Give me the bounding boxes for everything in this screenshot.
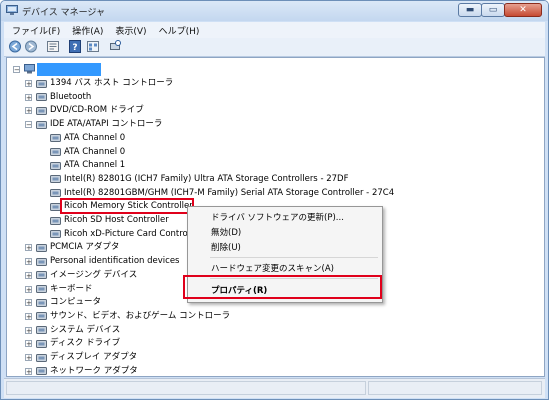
device-icon <box>50 189 61 198</box>
ctx-scan-hardware[interactable]: ハードウェア変更のスキャン(A) <box>211 262 334 274</box>
maximize-button[interactable]: ▭ <box>481 3 505 17</box>
device-icon <box>50 148 61 156</box>
tree-expander[interactable]: + <box>25 340 32 348</box>
ctx-update-driver[interactable]: ドライバ ソフトウェアの更新(P)... <box>211 211 344 223</box>
minimize-button[interactable]: ▬ <box>458 3 482 17</box>
tree-root[interactable] <box>37 63 101 76</box>
view-icon[interactable] <box>86 40 100 53</box>
root-name <box>37 63 101 76</box>
tree-expander[interactable]: + <box>25 93 32 101</box>
tree-item[interactable]: IDE ATA/ATAPI コントローラ <box>50 118 162 131</box>
menu-bar: ファイル(F) 操作(A) 表示(V) ヘルプ(H) <box>4 22 545 38</box>
tree-item[interactable]: ディスプレイ アダプタ <box>50 351 137 364</box>
svg-text:?: ? <box>72 43 77 53</box>
tree-item[interactable]: ATA Channel 1 <box>64 159 125 172</box>
tree-item[interactable]: 1394 バス ホスト コントローラ <box>50 77 173 90</box>
tree-expander[interactable]: + <box>25 354 32 362</box>
status-bar <box>4 378 545 398</box>
tree-expander[interactable]: + <box>25 244 32 252</box>
device-icon <box>36 79 47 88</box>
device-icon <box>36 367 47 376</box>
help-icon[interactable]: ? <box>68 40 82 53</box>
device-icon <box>36 298 47 307</box>
tree-item[interactable]: ディスク ドライブ <box>50 337 120 350</box>
window-title: デバイス マネージャ <box>22 8 105 18</box>
forward-icon[interactable] <box>24 40 38 53</box>
menu-file[interactable]: ファイル(F) <box>12 24 60 37</box>
tree-item[interactable]: システム デバイス <box>50 324 120 337</box>
tree-item[interactable]: Bluetooth <box>50 91 91 104</box>
tree-item[interactable]: サウンド、ビデオ、およびゲーム コントローラ <box>50 310 230 323</box>
status-pane-2 <box>368 381 542 395</box>
device-icon <box>50 175 61 184</box>
tree-item[interactable]: キーボード <box>50 283 93 296</box>
tree-expander[interactable]: + <box>25 258 32 266</box>
tree-expander-root[interactable]: − <box>13 66 20 74</box>
device-icon <box>36 339 47 348</box>
ctx-separator-1 <box>210 257 378 258</box>
device-icon <box>50 134 61 143</box>
tree-expander[interactable]: + <box>25 107 32 115</box>
status-pane-1 <box>6 381 366 395</box>
device-icon <box>36 106 47 115</box>
highlight-selected-device <box>60 198 194 214</box>
menu-action[interactable]: 操作(A) <box>72 24 103 37</box>
tree-expander[interactable]: + <box>25 271 32 279</box>
tree-item[interactable]: Ricoh SD Host Controller <box>64 214 169 227</box>
tree-expander[interactable]: + <box>25 312 32 320</box>
tree-item[interactable]: Intel(R) 82801G (ICH7 Family) Ultra ATA … <box>64 173 348 186</box>
title-bar[interactable]: デバイス マネージャ ▬ ▭ ✕ <box>1 1 548 21</box>
tree-item[interactable]: イメージング デバイス <box>50 269 137 282</box>
tree-expander[interactable]: + <box>25 367 32 375</box>
window-controls: ▬ ▭ ✕ <box>458 3 542 18</box>
tree-expander[interactable]: + <box>25 285 32 293</box>
menu-view[interactable]: 表示(V) <box>115 24 146 37</box>
scan-icon[interactable] <box>108 40 122 53</box>
device-icon <box>50 230 61 239</box>
device-manager-window: デバイス マネージャ ▬ ▭ ✕ ファイル(F) 操作(A) 表示(V) ヘルプ… <box>0 0 549 400</box>
tree-expander[interactable]: + <box>25 299 32 307</box>
tree-item[interactable]: ATA Channel 0 <box>64 132 125 145</box>
tree-item[interactable]: コンピュータ <box>50 296 101 309</box>
tree-item[interactable]: Personal identification devices <box>50 255 179 268</box>
device-icon <box>50 216 61 225</box>
tree-item[interactable]: Ricoh xD-Picture Card Controller <box>64 228 201 241</box>
properties-icon[interactable] <box>46 40 60 53</box>
tree-item[interactable]: PCMCIA アダプタ <box>50 241 119 254</box>
close-button[interactable]: ✕ <box>504 3 542 17</box>
device-icon <box>36 243 47 252</box>
device-icon <box>36 271 47 280</box>
tree-expander[interactable]: + <box>25 80 32 88</box>
device-manager-icon <box>6 5 18 15</box>
device-icon <box>36 120 47 129</box>
tree-item[interactable]: DVD/CD-ROM ドライブ <box>50 104 144 117</box>
tree-expander[interactable]: + <box>25 326 32 334</box>
device-icon <box>50 161 61 170</box>
device-icon <box>36 285 47 293</box>
ctx-disable[interactable]: 無効(D) <box>211 226 241 238</box>
device-icon <box>36 353 47 362</box>
highlight-properties <box>183 275 382 299</box>
back-icon[interactable] <box>8 40 22 53</box>
device-icon <box>36 257 47 266</box>
device-icon <box>36 312 47 321</box>
device-icon <box>36 326 47 335</box>
ctx-uninstall[interactable]: 削除(U) <box>211 241 241 253</box>
device-icon <box>36 93 47 102</box>
toolbar: ? <box>4 38 545 57</box>
tree-item[interactable]: ATA Channel 0 <box>64 146 125 159</box>
tree-item[interactable]: ネットワーク アダプタ <box>50 365 138 378</box>
computer-icon <box>24 64 35 74</box>
tree-expander[interactable]: − <box>25 121 32 129</box>
menu-help[interactable]: ヘルプ(H) <box>159 24 200 37</box>
